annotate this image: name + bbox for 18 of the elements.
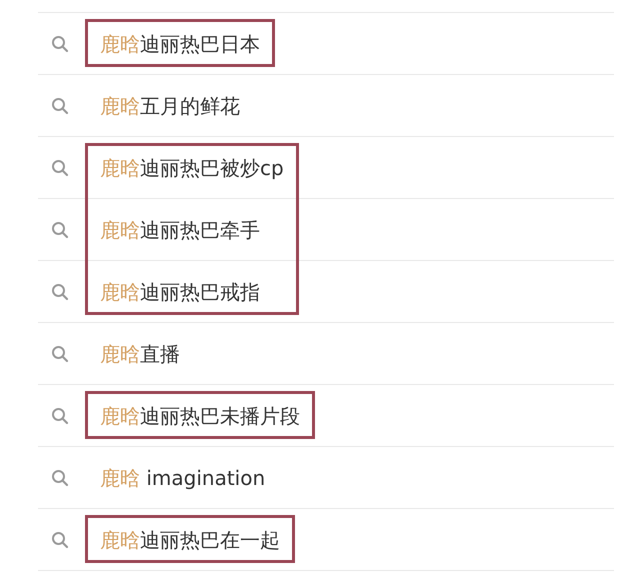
suggestion-text[interactable]: 鹿晗迪丽热巴日本 [100, 30, 260, 58]
suggestion-text[interactable]: 鹿晗迪丽热巴牵手 [100, 216, 260, 244]
search-icon [51, 35, 69, 53]
suggestion-text[interactable]: 鹿晗 imagination [100, 464, 266, 492]
suggestion-text[interactable]: 鹿晗迪丽热巴未播片段 [100, 402, 300, 430]
search-icon [51, 97, 69, 115]
suggestion-text[interactable]: 鹿晗五月的鲜花 [100, 92, 240, 120]
search-icon [51, 469, 69, 487]
search-icon [51, 407, 69, 425]
search-icon [51, 221, 69, 239]
search-icon [51, 159, 69, 177]
suggestion-text[interactable]: 鹿晗迪丽热巴戒指 [100, 278, 260, 306]
search-icon [51, 345, 69, 363]
search-icon [51, 283, 69, 301]
suggestion-text[interactable]: 鹿晗直播 [100, 340, 180, 368]
suggestion-text[interactable]: 鹿晗迪丽热巴被炒cp [100, 154, 284, 182]
suggestion-text[interactable]: 鹿晗迪丽热巴在一起 [100, 526, 280, 554]
search-icon [51, 531, 69, 549]
